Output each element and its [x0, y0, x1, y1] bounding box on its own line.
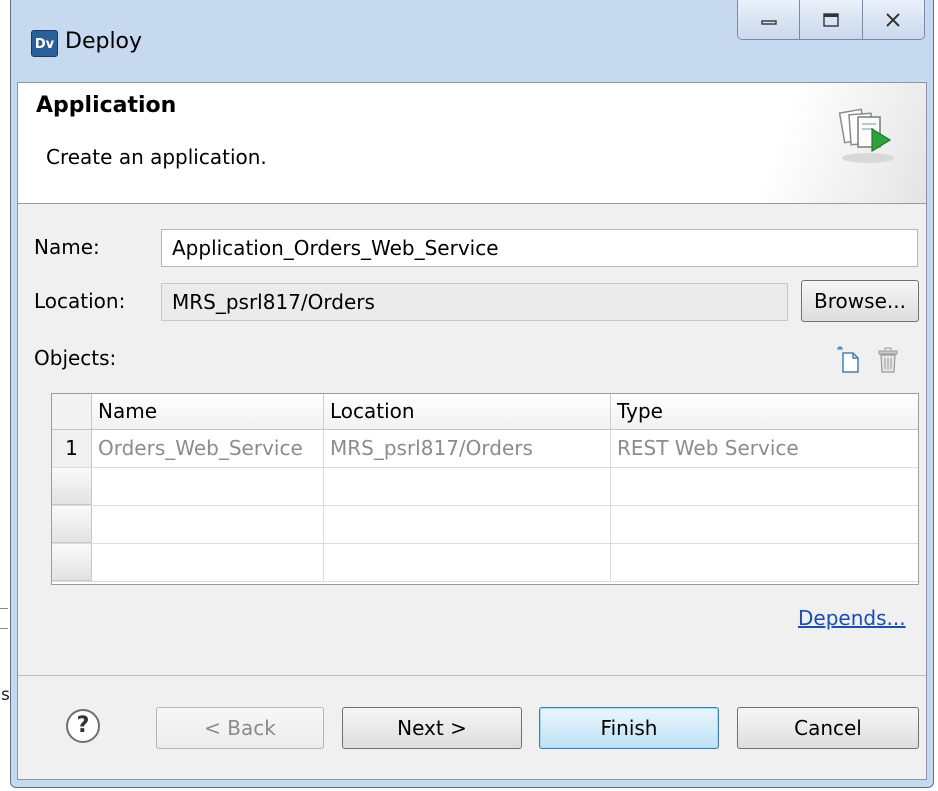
object-name-cell: Orders_Web_Service [92, 430, 324, 467]
location-label: Location: [34, 289, 126, 313]
column-header-name[interactable]: Name [92, 394, 324, 429]
background-text: s [1, 685, 10, 705]
table-row[interactable] [52, 506, 918, 544]
help-icon: ? [76, 713, 90, 738]
empty-cell [92, 544, 324, 581]
page-description: Create an application. [46, 145, 267, 169]
back-button[interactable]: < Back [156, 707, 324, 749]
app-logo-icon: Dv [31, 30, 58, 57]
empty-cell [92, 506, 324, 543]
objects-label: Objects: [34, 346, 117, 370]
window-controls [737, 0, 925, 40]
column-header-location[interactable]: Location [324, 394, 611, 429]
dialog-content: Application Create an application. Name:… [17, 82, 927, 780]
depends-link[interactable]: Depends... [798, 606, 906, 630]
table-row[interactable] [52, 468, 918, 506]
empty-cell [611, 468, 918, 505]
column-header-type[interactable]: Type [611, 394, 918, 429]
background-divider [0, 608, 8, 609]
deploy-application-icon [838, 108, 894, 163]
delete-icon[interactable] [875, 345, 901, 375]
next-button[interactable]: Next > [342, 707, 522, 749]
browse-button[interactable]: Browse... [801, 280, 919, 322]
table-header: Name Location Type [52, 394, 918, 430]
maximize-button[interactable] [799, 0, 862, 39]
table-row[interactable]: 1 Orders_Web_Service MRS_psrl817/Orders … [52, 430, 918, 468]
empty-cell [611, 544, 918, 581]
object-type-cell: REST Web Service [617, 436, 799, 460]
object-location-cell: MRS_psrl817/Orders [324, 430, 611, 467]
empty-cell [324, 544, 611, 581]
close-button[interactable] [861, 0, 924, 39]
cancel-button[interactable]: Cancel [737, 707, 919, 749]
objects-table: Name Location Type 1 Orders_Web_Service … [51, 393, 919, 585]
empty-cell [92, 468, 324, 505]
row-number [52, 468, 92, 505]
row-number-header [52, 394, 92, 429]
background-divider [0, 628, 8, 629]
empty-cell [611, 506, 918, 543]
finish-button[interactable]: Finish [539, 707, 719, 749]
empty-cell [324, 468, 611, 505]
row-number: 1 [52, 430, 92, 467]
help-button[interactable]: ? [66, 709, 100, 743]
footer-divider [18, 675, 926, 676]
name-label: Name: [34, 235, 100, 259]
page-title: Application [36, 93, 177, 118]
wizard-banner: Application Create an application. [18, 83, 926, 204]
close-icon [886, 12, 901, 27]
maximize-icon [823, 12, 839, 27]
title-bar[interactable]: Dv Deploy [11, 0, 933, 82]
name-input[interactable] [161, 229, 918, 267]
empty-cell [324, 506, 611, 543]
location-field: MRS_psrl817/Orders [161, 283, 788, 321]
table-row[interactable] [52, 544, 918, 582]
minimize-button[interactable] [738, 0, 800, 39]
minimize-icon [760, 19, 777, 25]
row-number [52, 506, 92, 543]
new-object-icon[interactable] [836, 345, 862, 375]
row-number [52, 544, 92, 581]
window-title: Deploy [65, 29, 143, 54]
deploy-dialog: Dv Deploy Application Create an applicat… [10, 0, 934, 788]
